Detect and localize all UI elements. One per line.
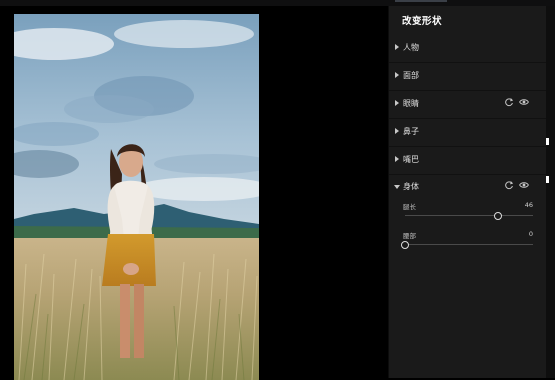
panel-title: 改变形状 bbox=[402, 16, 443, 27]
section-label: 眼睛 bbox=[403, 99, 419, 108]
section-person[interactable]: 人物 bbox=[389, 35, 547, 63]
chevron-right-icon bbox=[395, 128, 399, 134]
chevron-down-icon bbox=[394, 185, 400, 189]
adjust-shape-panel: 改变形状 人物 面部 眼睛 鼻子 嘴巴 身体 腿长 46 腰部 0 bbox=[388, 6, 547, 378]
section-label: 面部 bbox=[403, 71, 419, 80]
photo-image bbox=[14, 14, 259, 380]
slider-leg-length: 腿长 46 bbox=[389, 201, 547, 227]
slider-label: 腰部 bbox=[403, 232, 416, 240]
chevron-right-icon bbox=[395, 44, 399, 50]
chevron-right-icon bbox=[395, 72, 399, 78]
top-bar-indicator bbox=[395, 0, 447, 2]
slider-value: 0 bbox=[528, 230, 533, 238]
section-mouth[interactable]: 嘴巴 bbox=[389, 147, 547, 175]
section-nose[interactable]: 鼻子 bbox=[389, 119, 547, 147]
slider-track[interactable] bbox=[405, 215, 533, 216]
body-sliders: 腿长 46 腰部 0 bbox=[389, 201, 547, 261]
scroll-marker bbox=[546, 176, 549, 183]
slider-waist: 腰部 0 bbox=[389, 230, 547, 256]
image-canvas[interactable] bbox=[0, 6, 388, 380]
reset-icon[interactable] bbox=[504, 180, 514, 190]
photo[interactable] bbox=[14, 14, 259, 380]
scroll-marker bbox=[546, 138, 549, 145]
section-face[interactable]: 面部 bbox=[389, 63, 547, 91]
chevron-right-icon bbox=[395, 100, 399, 106]
section-label: 嘴巴 bbox=[403, 155, 419, 164]
right-scroll-strip[interactable] bbox=[546, 6, 555, 378]
section-label: 鼻子 bbox=[403, 127, 419, 136]
slider-value: 46 bbox=[524, 201, 533, 209]
section-body[interactable]: 身体 bbox=[389, 174, 547, 201]
slider-thumb[interactable] bbox=[494, 212, 503, 220]
eye-icon[interactable] bbox=[519, 97, 529, 107]
slider-track[interactable] bbox=[405, 244, 533, 245]
reset-icon[interactable] bbox=[504, 97, 514, 107]
slider-thumb[interactable] bbox=[401, 241, 409, 249]
section-label: 身体 bbox=[403, 182, 419, 191]
section-eyes[interactable]: 眼睛 bbox=[389, 91, 547, 119]
section-label: 人物 bbox=[403, 43, 419, 52]
slider-label: 腿长 bbox=[403, 203, 416, 211]
chevron-right-icon bbox=[395, 156, 399, 162]
eye-icon[interactable] bbox=[519, 180, 529, 190]
